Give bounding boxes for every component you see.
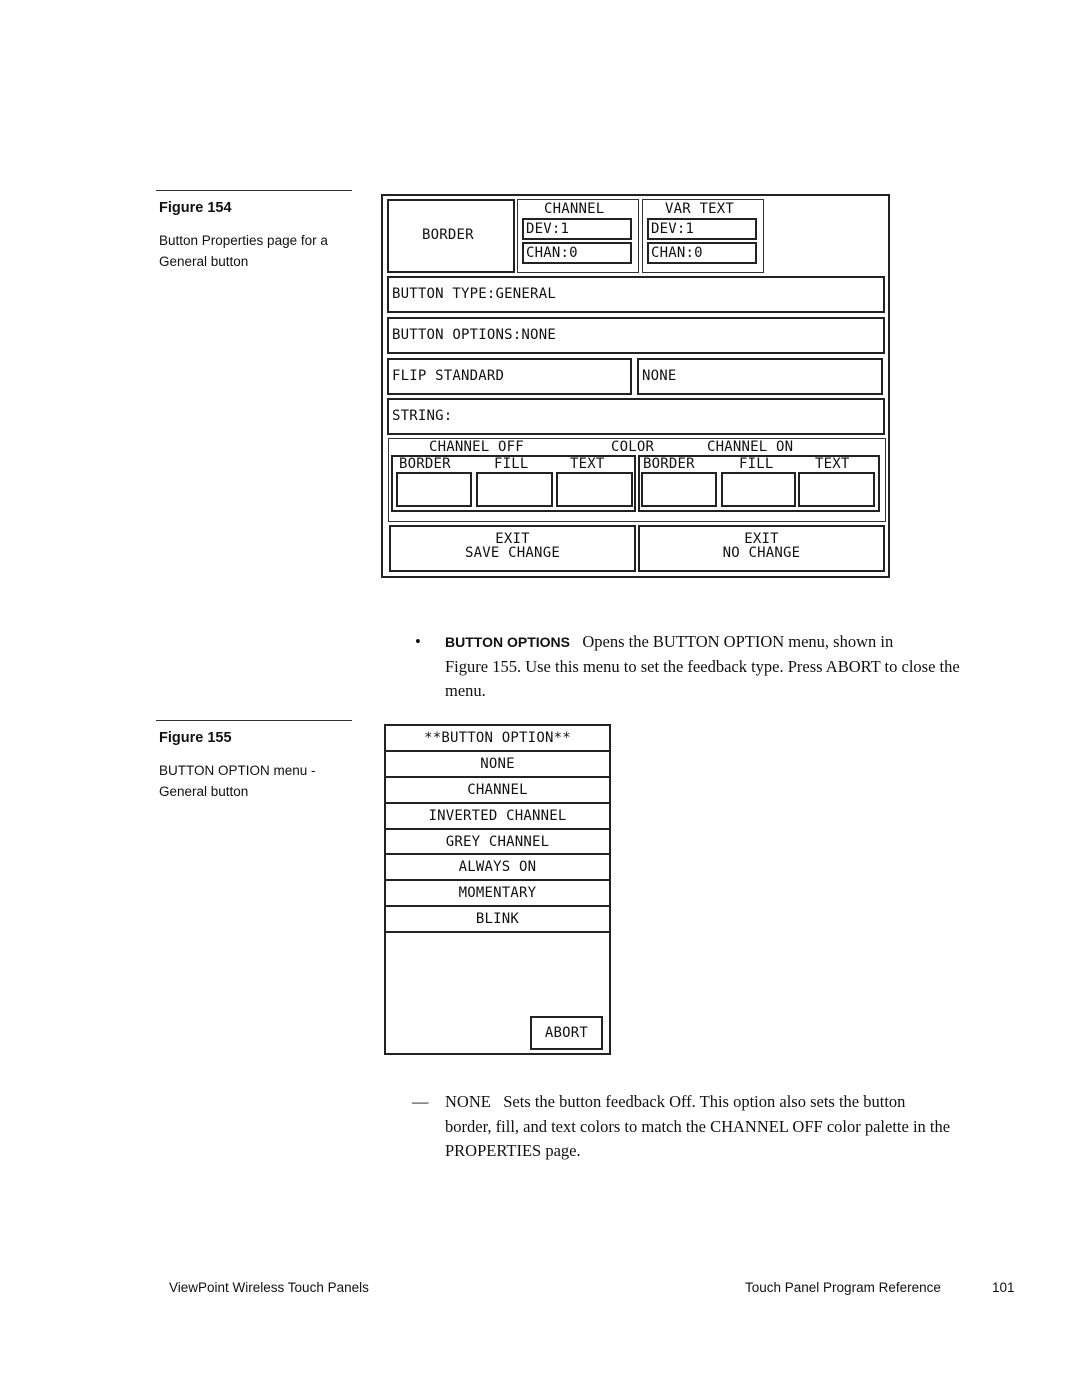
button-type-label: BUTTON TYPE:GENERAL — [392, 286, 556, 302]
channel-chan-value: CHAN:0 — [526, 245, 578, 261]
channel-off-title: CHANNEL OFF — [429, 439, 524, 455]
channel-off-palette: BORDER FILL TEXT — [391, 455, 636, 512]
button-option-menu: **BUTTON OPTION** NONE CHANNEL INVERTED … — [384, 724, 611, 1055]
channel-on-text-swatch[interactable] — [798, 472, 875, 507]
flip-value-label: NONE — [642, 368, 677, 384]
menu-item-label: MOMENTARY — [458, 885, 537, 901]
color-group: CHANNEL OFF COLOR CHANNEL ON BORDER FILL… — [388, 438, 886, 522]
channel-dev-field[interactable]: DEV:1 — [522, 218, 632, 240]
button-type-field[interactable]: BUTTON TYPE:GENERAL — [387, 276, 885, 313]
menu-item-blink[interactable]: BLINK — [386, 907, 609, 933]
channel-dev-value: DEV:1 — [526, 221, 570, 237]
figure-154-label: Figure 154 — [159, 200, 232, 216]
menu-item-none[interactable]: NONE — [386, 752, 609, 778]
menu-item-momentary[interactable]: MOMENTARY — [386, 881, 609, 907]
menu-item-inverted-channel[interactable]: INVERTED CHANNEL — [386, 804, 609, 830]
abort-label: ABORT — [544, 1025, 589, 1041]
menu-item-grey-channel[interactable]: GREY CHANNEL — [386, 830, 609, 855]
channel-off-text-swatch[interactable] — [556, 472, 633, 507]
figure-155-rule — [156, 720, 352, 721]
menu-item-channel[interactable]: CHANNEL — [386, 778, 609, 804]
channel-on-text-label: TEXT — [815, 456, 850, 472]
menu-item-label: INVERTED CHANNEL — [428, 808, 567, 824]
menu-item-always-on[interactable]: ALWAYS ON — [386, 855, 609, 881]
dash-line2: border, fill, and text colors to match t… — [445, 1116, 951, 1136]
bullet-line2: Figure 155. Use this menu to set the fee… — [445, 656, 960, 676]
var-text-dev-value: DEV:1 — [651, 221, 695, 237]
channel-on-palette: BORDER FILL TEXT — [638, 455, 880, 512]
figure-154-caption-line1: Button Properties page for a — [159, 233, 328, 248]
figure-155-caption-line1: BUTTON OPTION menu - — [159, 763, 316, 778]
color-title: COLOR — [611, 439, 655, 455]
menu-item-label: GREY CHANNEL — [445, 833, 550, 850]
flip-standard-button[interactable]: FLIP STANDARD — [387, 358, 632, 395]
figure-155-caption: BUTTON OPTION menu - General button — [159, 760, 316, 802]
page-number: 101 — [992, 1280, 1015, 1295]
exit-no-change-line2: NO CHANGE — [722, 545, 801, 561]
var-text-dev-field[interactable]: DEV:1 — [647, 218, 757, 240]
flip-value-field[interactable]: NONE — [637, 358, 883, 395]
menu-title: **BUTTON OPTION** — [386, 726, 609, 752]
border-button-label: BORDER — [422, 227, 474, 243]
string-label: STRING: — [392, 408, 453, 424]
var-text-chan-value: CHAN:0 — [651, 245, 703, 261]
exit-save-change-button[interactable]: EXIT SAVE CHANGE — [389, 525, 636, 572]
button-properties-panel: BORDER CHANNEL DEV:1 CHAN:0 VAR TEXT DEV… — [381, 194, 890, 578]
channel-off-border-swatch[interactable] — [396, 472, 472, 507]
exit-save-change-line2: SAVE CHANGE — [465, 545, 560, 561]
channel-off-text-label: TEXT — [570, 456, 605, 472]
dash-symbol: — — [412, 1092, 429, 1111]
menu-title-label: **BUTTON OPTION** — [424, 730, 571, 746]
dash-line3: PROPERTIES page. — [445, 1141, 581, 1160]
figure-154-caption: Button Properties page for a General but… — [159, 230, 328, 272]
channel-off-fill-swatch[interactable] — [476, 472, 553, 507]
dash-keyword: NONE — [445, 1092, 491, 1111]
footer-right: Touch Panel Program Reference — [745, 1280, 941, 1295]
figure-155-label: Figure 155 — [159, 730, 232, 746]
channel-on-border-label: BORDER — [643, 456, 695, 472]
abort-button[interactable]: ABORT — [530, 1016, 603, 1050]
figure-154-rule — [156, 190, 352, 191]
menu-item-label: BLINK — [475, 911, 520, 927]
channel-chan-field[interactable]: CHAN:0 — [522, 242, 632, 264]
figure-154-caption-line2: General button — [159, 254, 249, 269]
flip-standard-label: FLIP STANDARD — [392, 368, 505, 384]
channel-on-border-swatch[interactable] — [641, 472, 717, 507]
channel-on-fill-label: FILL — [739, 456, 774, 472]
footer-left: ViewPoint Wireless Touch Panels — [169, 1280, 369, 1295]
channel-off-border-label: BORDER — [399, 456, 451, 472]
channel-group: CHANNEL DEV:1 CHAN:0 — [517, 199, 639, 273]
button-options-label: BUTTON OPTIONS:NONE — [392, 327, 556, 343]
button-options-field[interactable]: BUTTON OPTIONS:NONE — [387, 317, 885, 354]
channel-off-fill-label: FILL — [494, 456, 529, 472]
bullet-keyword: BUTTON OPTIONS — [445, 634, 570, 650]
menu-item-label: NONE — [480, 756, 515, 772]
var-text-chan-field[interactable]: CHAN:0 — [647, 242, 757, 264]
var-text-group: VAR TEXT DEV:1 CHAN:0 — [642, 199, 764, 273]
menu-item-label: ALWAYS ON — [458, 859, 537, 875]
border-button[interactable]: BORDER — [387, 199, 515, 273]
string-field[interactable]: STRING: — [387, 398, 885, 435]
bullet-line1: Opens the BUTTON OPTION menu, shown in — [582, 632, 894, 651]
menu-item-label: CHANNEL — [467, 782, 528, 798]
var-text-group-title: VAR TEXT — [665, 201, 735, 217]
channel-on-fill-swatch[interactable] — [721, 472, 796, 507]
channel-group-title: CHANNEL — [544, 201, 605, 217]
exit-no-change-button[interactable]: EXIT NO CHANGE — [638, 525, 885, 572]
bullet-line3: menu. — [445, 681, 486, 700]
bullet-symbol: • — [415, 632, 421, 651]
figure-155-caption-line2: General button — [159, 784, 249, 799]
dash-line1: Sets the button feedback Off. This optio… — [503, 1092, 906, 1111]
channel-on-title: CHANNEL ON — [707, 439, 794, 455]
